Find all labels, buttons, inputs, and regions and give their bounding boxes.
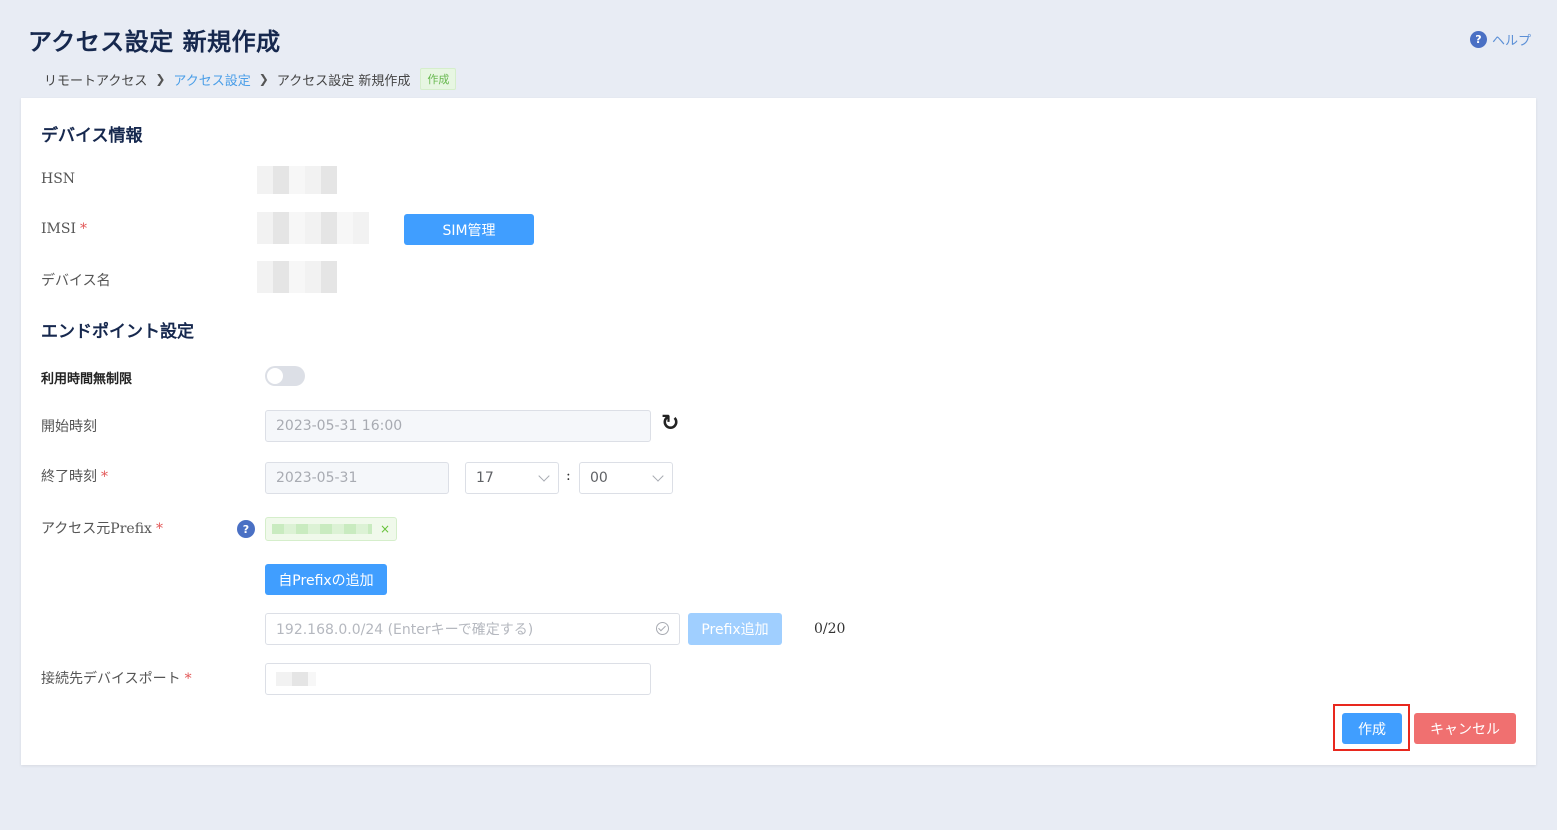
access-prefix-label: アクセス元Prefix * — [41, 518, 163, 538]
prefix-tag: × — [265, 517, 398, 541]
device-name-label: デバイス名 — [41, 273, 111, 289]
end-time-label: 終了時刻 * — [41, 466, 108, 486]
prefix-add-button[interactable]: Prefix追加 — [688, 613, 782, 645]
chevron-down-icon — [652, 470, 664, 482]
help-label: ヘルプ — [1491, 34, 1531, 49]
access-prefix-label-text: アクセス元Prefix — [41, 521, 152, 537]
toggle-knob — [267, 368, 283, 384]
hsn-value-redacted — [257, 166, 337, 194]
create-button[interactable]: 作成 — [1342, 713, 1402, 744]
device-name-value-redacted — [257, 261, 337, 293]
prefix-counter: 0/20 — [814, 621, 846, 637]
breadcrumb: リモートアクセス ❯ アクセス設定 ❯ アクセス設定 新規作成 作成 — [44, 68, 457, 90]
imsi-label-text: IMSI — [41, 221, 76, 237]
start-time-label: 開始時刻 — [41, 419, 97, 435]
start-time-input[interactable]: 2023-05-31 16:00 — [265, 410, 651, 442]
end-date-input[interactable]: 2023-05-31 — [265, 462, 449, 494]
end-hour-value: 17 — [476, 470, 494, 486]
unlimited-time-toggle[interactable] — [265, 366, 305, 386]
required-mark: * — [80, 221, 87, 237]
close-icon[interactable]: × — [380, 522, 390, 536]
status-badge: 作成 — [420, 68, 457, 90]
required-mark: * — [155, 521, 163, 537]
device-port-label-text: 接続先デバイスポート — [41, 671, 181, 687]
chevron-right-icon: ❯ — [258, 72, 269, 86]
end-hour-select[interactable]: 17 — [465, 462, 559, 494]
hsn-label: HSN — [41, 171, 76, 187]
add-own-prefix-button[interactable]: 自Prefixの追加 — [265, 564, 387, 595]
prefix-input-placeholder: 192.168.0.0/24 (Enterキーで確定する) — [276, 622, 534, 638]
required-mark: * — [101, 469, 108, 485]
device-port-label: 接続先デバイスポート * — [41, 668, 192, 688]
end-time-label-text: 終了時刻 — [41, 469, 97, 485]
required-mark: * — [184, 671, 192, 687]
breadcrumb-item-remote-access: リモートアクセス — [44, 73, 148, 89]
unlimited-time-label: 利用時間無制限 — [41, 372, 133, 387]
end-minute-value: 00 — [590, 470, 608, 486]
device-port-input[interactable] — [265, 663, 651, 695]
imsi-label: IMSI * — [41, 221, 87, 237]
form-card: デバイス情報 HSN IMSI * SIM管理 デバイス名 エンドポイント設定 利… — [21, 98, 1536, 765]
refresh-icon[interactable]: ↻ — [661, 411, 679, 436]
port-value-redacted — [276, 672, 316, 686]
check-circle-icon — [656, 622, 669, 635]
time-separator: : — [566, 468, 571, 484]
breadcrumb-item-current: アクセス設定 新規作成 — [276, 73, 411, 89]
end-minute-select[interactable]: 00 — [579, 462, 673, 494]
help-link[interactable]: ? ヘルプ — [1469, 30, 1531, 49]
prefix-input[interactable]: 192.168.0.0/24 (Enterキーで確定する) — [265, 613, 680, 645]
question-circle-icon[interactable]: ? — [237, 520, 255, 538]
sim-management-button[interactable]: SIM管理 — [404, 214, 534, 245]
device-info-heading: デバイス情報 — [41, 126, 143, 146]
prefix-tag-value-redacted — [272, 524, 372, 534]
chevron-down-icon — [538, 470, 550, 482]
chevron-right-icon: ❯ — [155, 72, 166, 86]
breadcrumb-item-access-settings[interactable]: アクセス設定 — [173, 70, 250, 89]
cancel-button[interactable]: キャンセル — [1414, 713, 1516, 744]
page-title: アクセス設定 新規作成 — [28, 27, 281, 56]
endpoint-settings-heading: エンドポイント設定 — [41, 322, 194, 342]
question-circle-icon: ? — [1469, 31, 1487, 48]
imsi-value-redacted — [257, 212, 369, 244]
